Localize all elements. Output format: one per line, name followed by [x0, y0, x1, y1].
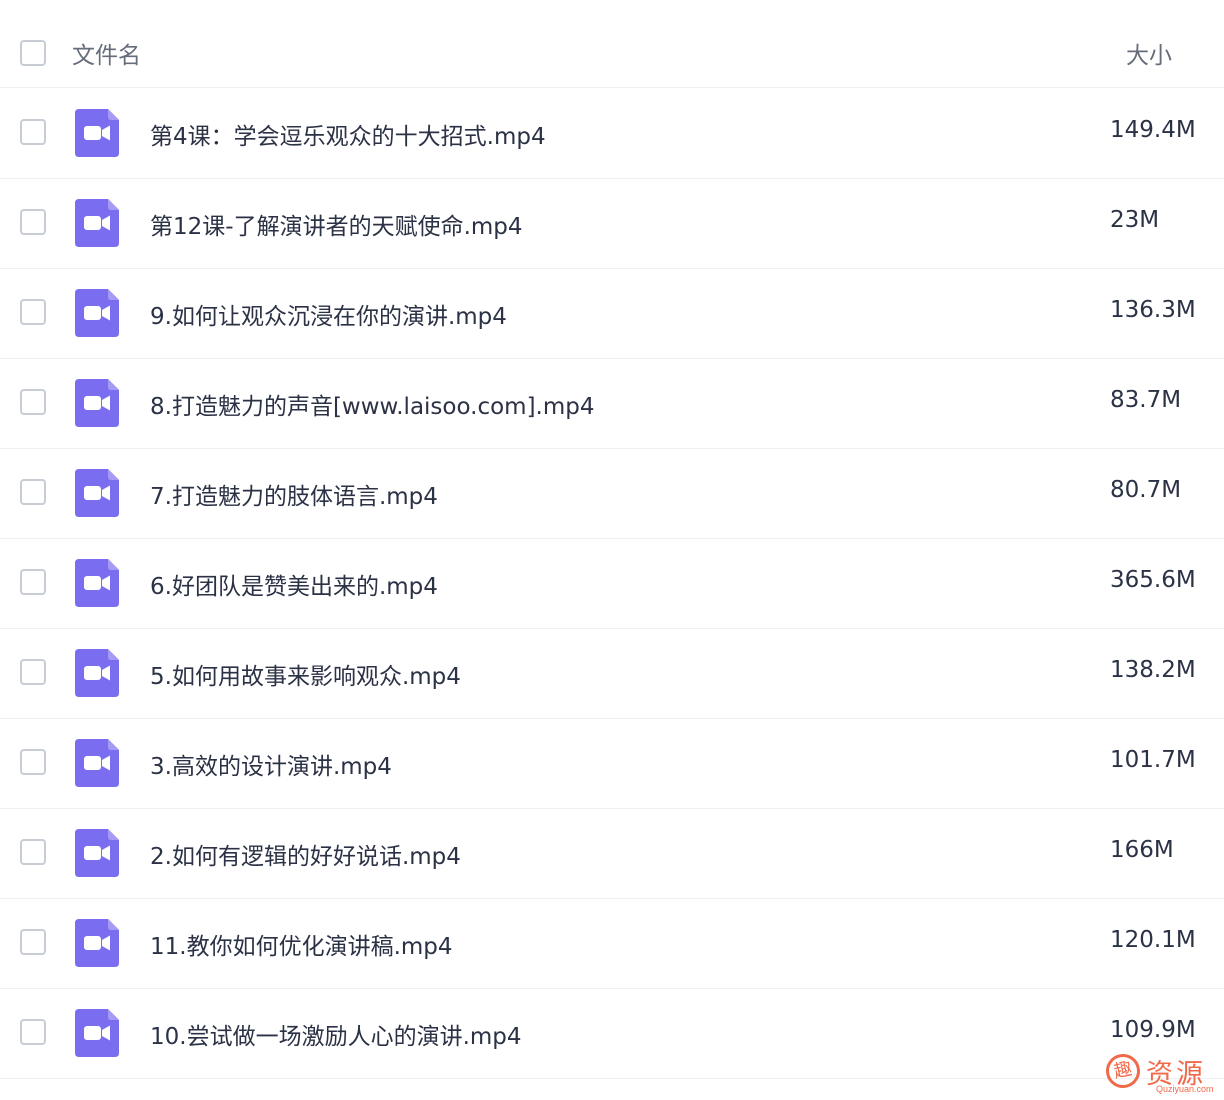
file-name[interactable]: 6.好团队是赞美出来的.mp4: [150, 567, 438, 601]
file-name[interactable]: 10.尝试做一场激励人心的演讲.mp4: [150, 1017, 522, 1051]
video-file-icon: [75, 289, 119, 337]
watermark-subtext: Quziyuan.com: [1156, 1084, 1214, 1094]
file-size: 136.3M: [1110, 297, 1196, 323]
file-size: 365.6M: [1110, 567, 1196, 593]
file-name[interactable]: 8.打造魅力的声音[www.laisoo.com].mp4: [150, 387, 595, 421]
column-header-name[interactable]: 文件名: [72, 36, 141, 70]
file-checkbox[interactable]: [20, 839, 46, 865]
file-row[interactable]: 6.好团队是赞美出来的.mp4 365.6M: [0, 539, 1224, 629]
column-header-size[interactable]: 大小: [1126, 36, 1172, 70]
video-file-icon: [75, 919, 119, 967]
file-size: 120.1M: [1110, 927, 1196, 953]
watermark: 趣 资源 Quziyuan.com: [1102, 1050, 1220, 1096]
file-row[interactable]: 3.高效的设计演讲.mp4 101.7M: [0, 719, 1224, 809]
file-name[interactable]: 5.如何用故事来影响观众.mp4: [150, 657, 461, 691]
file-row[interactable]: 10.尝试做一场激励人心的演讲.mp4 109.9M: [0, 989, 1224, 1079]
video-file-icon: [75, 739, 119, 787]
video-file-icon: [75, 199, 119, 247]
video-file-icon: [75, 649, 119, 697]
file-row[interactable]: 8.打造魅力的声音[www.laisoo.com].mp4 83.7M: [0, 359, 1224, 449]
file-row[interactable]: 7.打造魅力的肢体语言.mp4 80.7M: [0, 449, 1224, 539]
file-size: 109.9M: [1110, 1017, 1196, 1043]
video-file-icon: [75, 109, 119, 157]
file-name[interactable]: 7.打造魅力的肢体语言.mp4: [150, 477, 438, 511]
file-size: 23M: [1110, 207, 1160, 233]
file-name[interactable]: 11.教你如何优化演讲稿.mp4: [150, 927, 453, 961]
file-row[interactable]: 11.教你如何优化演讲稿.mp4 120.1M: [0, 899, 1224, 989]
file-checkbox[interactable]: [20, 209, 46, 235]
file-row[interactable]: 第12课-了解演讲者的天赋使命.mp4 23M: [0, 179, 1224, 269]
file-name[interactable]: 3.高效的设计演讲.mp4: [150, 747, 392, 781]
video-file-icon: [75, 829, 119, 877]
file-row[interactable]: 2.如何有逻辑的好好说话.mp4 166M: [0, 809, 1224, 899]
file-name[interactable]: 第4课：学会逗乐观众的十大招式.mp4: [150, 117, 546, 151]
watermark-logo: 趣: [1102, 1050, 1144, 1092]
file-size: 149.4M: [1110, 117, 1196, 143]
file-checkbox[interactable]: [20, 119, 46, 145]
file-checkbox[interactable]: [20, 1019, 46, 1045]
file-checkbox[interactable]: [20, 299, 46, 325]
file-checkbox[interactable]: [20, 749, 46, 775]
file-name[interactable]: 第12课-了解演讲者的天赋使命.mp4: [150, 207, 523, 241]
file-size: 138.2M: [1110, 657, 1196, 683]
file-checkbox[interactable]: [20, 659, 46, 685]
file-list-header: 文件名 大小: [0, 0, 1224, 88]
file-size: 80.7M: [1110, 477, 1182, 503]
select-all-checkbox[interactable]: [20, 40, 46, 66]
file-checkbox[interactable]: [20, 929, 46, 955]
video-file-icon: [75, 559, 119, 607]
file-checkbox[interactable]: [20, 569, 46, 595]
file-row[interactable]: 第4课：学会逗乐观众的十大招式.mp4 149.4M: [0, 89, 1224, 179]
file-size: 83.7M: [1110, 387, 1182, 413]
file-row[interactable]: 5.如何用故事来影响观众.mp4 138.2M: [0, 629, 1224, 719]
file-name[interactable]: 2.如何有逻辑的好好说话.mp4: [150, 837, 461, 871]
video-file-icon: [75, 469, 119, 517]
file-name[interactable]: 9.如何让观众沉浸在你的演讲.mp4: [150, 297, 507, 331]
file-checkbox[interactable]: [20, 389, 46, 415]
video-file-icon: [75, 1009, 119, 1057]
file-checkbox[interactable]: [20, 479, 46, 505]
file-row[interactable]: 9.如何让观众沉浸在你的演讲.mp4 136.3M: [0, 269, 1224, 359]
video-file-icon: [75, 379, 119, 427]
file-size: 101.7M: [1110, 747, 1196, 773]
file-size: 166M: [1110, 837, 1174, 863]
